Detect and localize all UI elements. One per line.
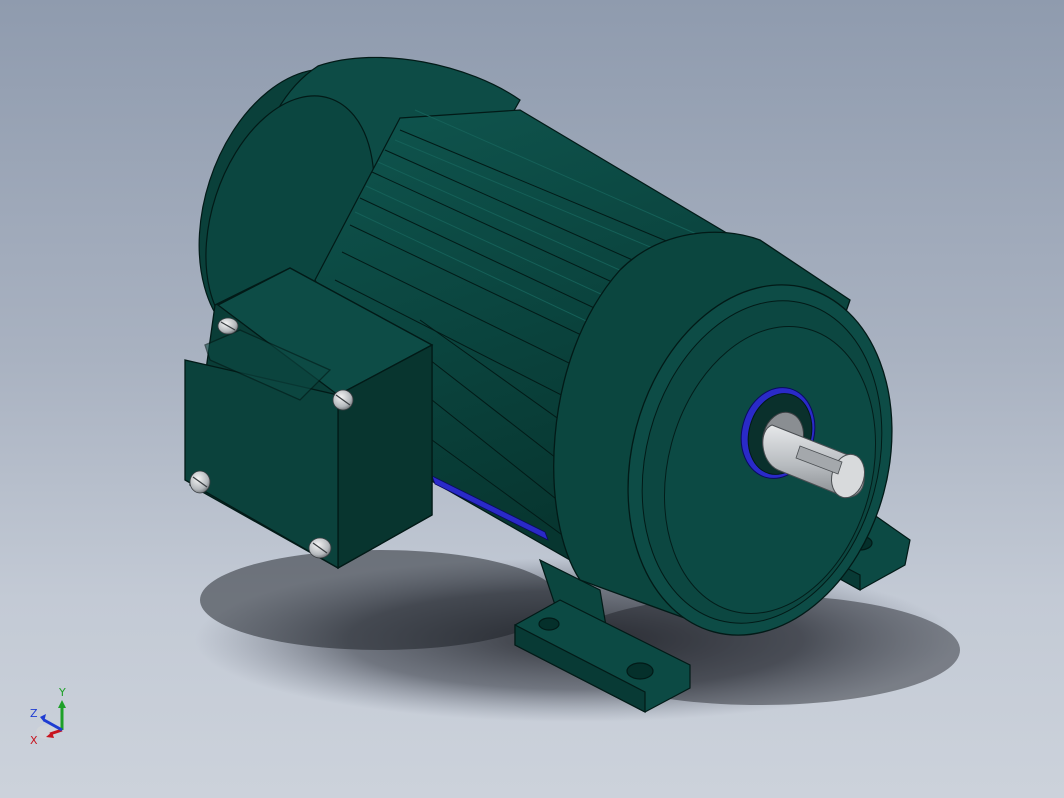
x-axis-label: X [30, 734, 38, 747]
motor-3d-model[interactable] [0, 0, 1064, 798]
screw-icon [217, 317, 239, 335]
view-orientation-triad[interactable]: X Y Z [22, 684, 78, 754]
screw-icon [308, 537, 332, 559]
screw-icon [332, 389, 354, 411]
z-axis-label: Z [30, 707, 38, 720]
screw-icon [189, 470, 211, 494]
y-axis-label: Y [58, 686, 66, 699]
cad-viewport[interactable]: X Y Z [0, 0, 1064, 798]
